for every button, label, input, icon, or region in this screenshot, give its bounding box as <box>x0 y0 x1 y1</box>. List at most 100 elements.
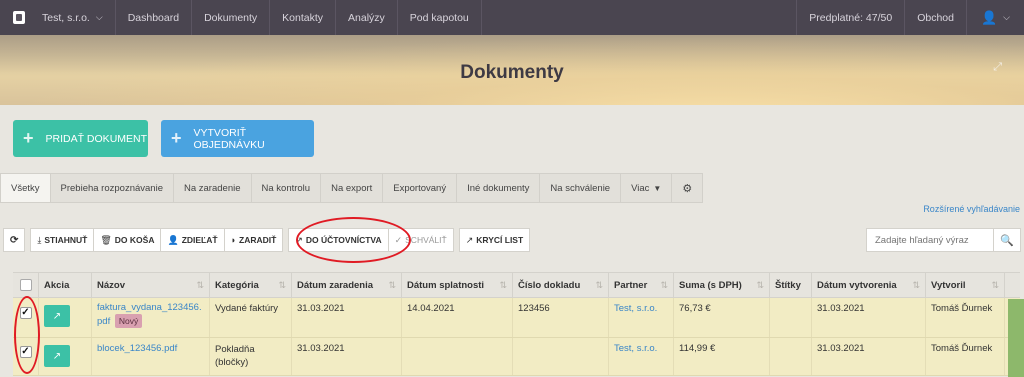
search-icon: 🔍 <box>1000 234 1014 247</box>
row-checkbox[interactable]: ✓ <box>19 307 32 319</box>
amount-cell: 76,73 € <box>674 298 770 337</box>
search-input[interactable] <box>866 228 994 252</box>
top-navbar: Test, s.r.o. ⌵ Dashboard Dokumenty Kontak… <box>0 0 1024 35</box>
action-cell: ↗ <box>39 338 92 375</box>
nav-under-the-hood[interactable]: Pod kapotou <box>398 0 482 35</box>
bulk-action-toolbar: ⟳ ⤓ STIAHNUŤ 🗑 DO KOŠA 👤 ZDIEĽAŤ ◗ ZARADIŤ ↗… <box>3 228 531 252</box>
sort-icon: ⇅ <box>660 279 668 290</box>
sort-icon: ⇅ <box>388 279 396 290</box>
file-button[interactable]: ◗ ZARADIŤ <box>224 228 284 252</box>
partner-link[interactable]: Test, s.r.o. <box>614 303 657 314</box>
page-title: Dokumenty <box>460 62 564 83</box>
document-name-link[interactable]: faktura_vydana_123456.pdf <box>97 302 202 327</box>
document-name-link[interactable]: blocek_123456.pdf <box>97 343 177 354</box>
tab-for-approval[interactable]: Na schválenie <box>540 173 622 203</box>
refresh-icon: ⟳ <box>10 234 19 246</box>
advanced-search-link[interactable]: Rozšírené vyhľadávanie <box>923 204 1020 214</box>
trash-button[interactable]: 🗑 DO KOŠA <box>94 228 162 252</box>
plus-icon: + <box>23 128 34 148</box>
share-button[interactable]: 👤 ZDIEĽAŤ <box>161 228 225 252</box>
expand-icon[interactable]: ⤢ <box>993 61 1002 74</box>
company-switcher[interactable]: Test, s.r.o. ⌵ <box>38 0 116 35</box>
partner-link[interactable]: Test, s.r.o. <box>614 343 657 354</box>
column-header-doc-number[interactable]: Číslo dokladu ⇅ <box>513 273 609 297</box>
table-header: Akcia Názov ⇅ Kategória ⇅ Dátum zaradenia ⇅… <box>13 272 1020 298</box>
tags-cell <box>770 298 812 337</box>
category-cell: Vydané faktúry <box>210 298 292 337</box>
column-header-created-by[interactable]: Vytvoril ⇅ <box>926 273 1005 297</box>
sort-icon: ⇅ <box>595 279 603 290</box>
status-badge: Nový <box>114 314 143 328</box>
refresh-button[interactable]: ⟳ <box>3 228 26 252</box>
to-accounting-button[interactable]: ↗ DO ÚČTOVNÍCTVA <box>288 228 389 252</box>
column-header-date-filed[interactable]: Dátum zaradenia ⇅ <box>292 273 402 297</box>
company-name: Test, s.r.o. <box>42 11 90 24</box>
sort-icon: ⇅ <box>196 279 204 290</box>
tag-icon: ◗ <box>230 235 237 245</box>
name-cell: blocek_123456.pdf <box>92 338 210 375</box>
gear-icon: ⚙ <box>682 182 693 195</box>
column-header: Akcia <box>39 273 92 297</box>
created-cell: 31.03.2021 <box>812 298 926 337</box>
tab-other-documents[interactable]: Iné dokumenty <box>457 173 541 203</box>
table-row[interactable]: ✓ ↗ faktura_vydana_123456.pdf Nový Vydan… <box>13 298 1020 338</box>
export-icon: ↗ <box>295 234 303 245</box>
nav-documents[interactable]: Dokumenty <box>192 0 271 35</box>
date-filed-cell: 31.03.2021 <box>292 338 402 375</box>
amount-cell: 114,99 € <box>674 338 770 375</box>
sort-icon: ⇅ <box>912 279 920 290</box>
column-header-due-date[interactable]: Dátum splatnosti ⇅ <box>402 273 513 297</box>
row-checkbox[interactable]: ✓ <box>19 346 32 358</box>
partner-cell: Test, s.r.o. <box>609 298 674 337</box>
table-row[interactable]: ✓ ↗ blocek_123456.pdf Pokladňa (bločky) … <box>13 338 1020 376</box>
status-indicator-bar <box>1008 299 1024 377</box>
nav-analytics[interactable]: Analýzy <box>336 0 398 35</box>
user-menu[interactable]: 👤 ⌵ <box>965 0 1024 35</box>
nav-contacts[interactable]: Kontakty <box>270 0 337 35</box>
due-date-cell: 14.04.2021 <box>402 298 513 337</box>
user-icon: 👤 <box>980 9 998 25</box>
action-cell: ↗ <box>39 298 92 337</box>
download-icon: ⤓ <box>37 234 42 245</box>
tab-exported[interactable]: Exportovaný <box>383 173 458 203</box>
category-cell: Pokladňa (bločky) <box>210 338 292 375</box>
tab-recognition[interactable]: Prebieha rozpoznávanie <box>50 173 174 203</box>
column-header-category[interactable]: Kategória ⇅ <box>210 273 292 297</box>
check-icon: ✓ <box>394 234 403 245</box>
nav-dashboard[interactable]: Dashboard <box>116 0 193 35</box>
tab-settings[interactable]: ⚙ <box>672 173 704 203</box>
open-document-button[interactable]: ↗ <box>44 305 70 327</box>
column-header-amount[interactable]: Suma (s DPH) ⇅ <box>674 273 770 297</box>
select-all-checkbox[interactable] <box>19 279 32 291</box>
subscription-status[interactable]: Predplatné: 47/50 <box>796 0 904 35</box>
trash-icon: 🗑 <box>100 234 112 245</box>
cover-sheet-button[interactable]: ↗ KRYCÍ LIST <box>458 228 531 252</box>
column-header-partner[interactable]: Partner ⇅ <box>609 273 674 297</box>
open-document-button[interactable]: ↗ <box>44 345 70 367</box>
tab-all[interactable]: Všetky <box>0 173 51 203</box>
approve-button[interactable]: ✓ SCHVÁLIŤ <box>388 228 454 252</box>
row-select-cell: ✓ <box>13 338 39 375</box>
tab-more[interactable]: Viac ▼ <box>621 173 673 203</box>
nav-shop[interactable]: Obchod <box>904 0 966 35</box>
page-header: Dokumenty ⤢ <box>0 35 1024 105</box>
doc-number-cell <box>513 338 609 375</box>
created-cell: 31.03.2021 <box>812 338 926 375</box>
tab-to-export[interactable]: Na export <box>321 173 384 203</box>
tab-to-check[interactable]: Na kontrolu <box>251 173 322 203</box>
column-header-created[interactable]: Dátum vytvorenia ⇅ <box>812 273 926 297</box>
search-button[interactable]: 🔍 <box>994 228 1021 252</box>
sort-icon: ⇅ <box>278 279 286 290</box>
sort-icon: ⇅ <box>756 279 764 290</box>
row-select-cell: ✓ <box>13 298 39 337</box>
export-icon: ↗ <box>465 234 474 245</box>
tab-to-file[interactable]: Na zaradenie <box>173 173 252 203</box>
sort-icon: ⇅ <box>499 279 507 290</box>
column-header-name[interactable]: Názov ⇅ <box>92 273 210 297</box>
app-logo[interactable] <box>0 0 38 35</box>
download-button[interactable]: ⤓ STIAHNUŤ <box>30 228 95 252</box>
share-icon: ↗ <box>52 350 62 362</box>
create-order-button[interactable]: + VYTVORIŤ OBJEDNÁVKU <box>161 120 314 157</box>
created-by-cell: Tomáš Ďurnek <box>926 338 1005 375</box>
add-document-button[interactable]: + PRIDAŤ DOKUMENT <box>13 120 148 157</box>
